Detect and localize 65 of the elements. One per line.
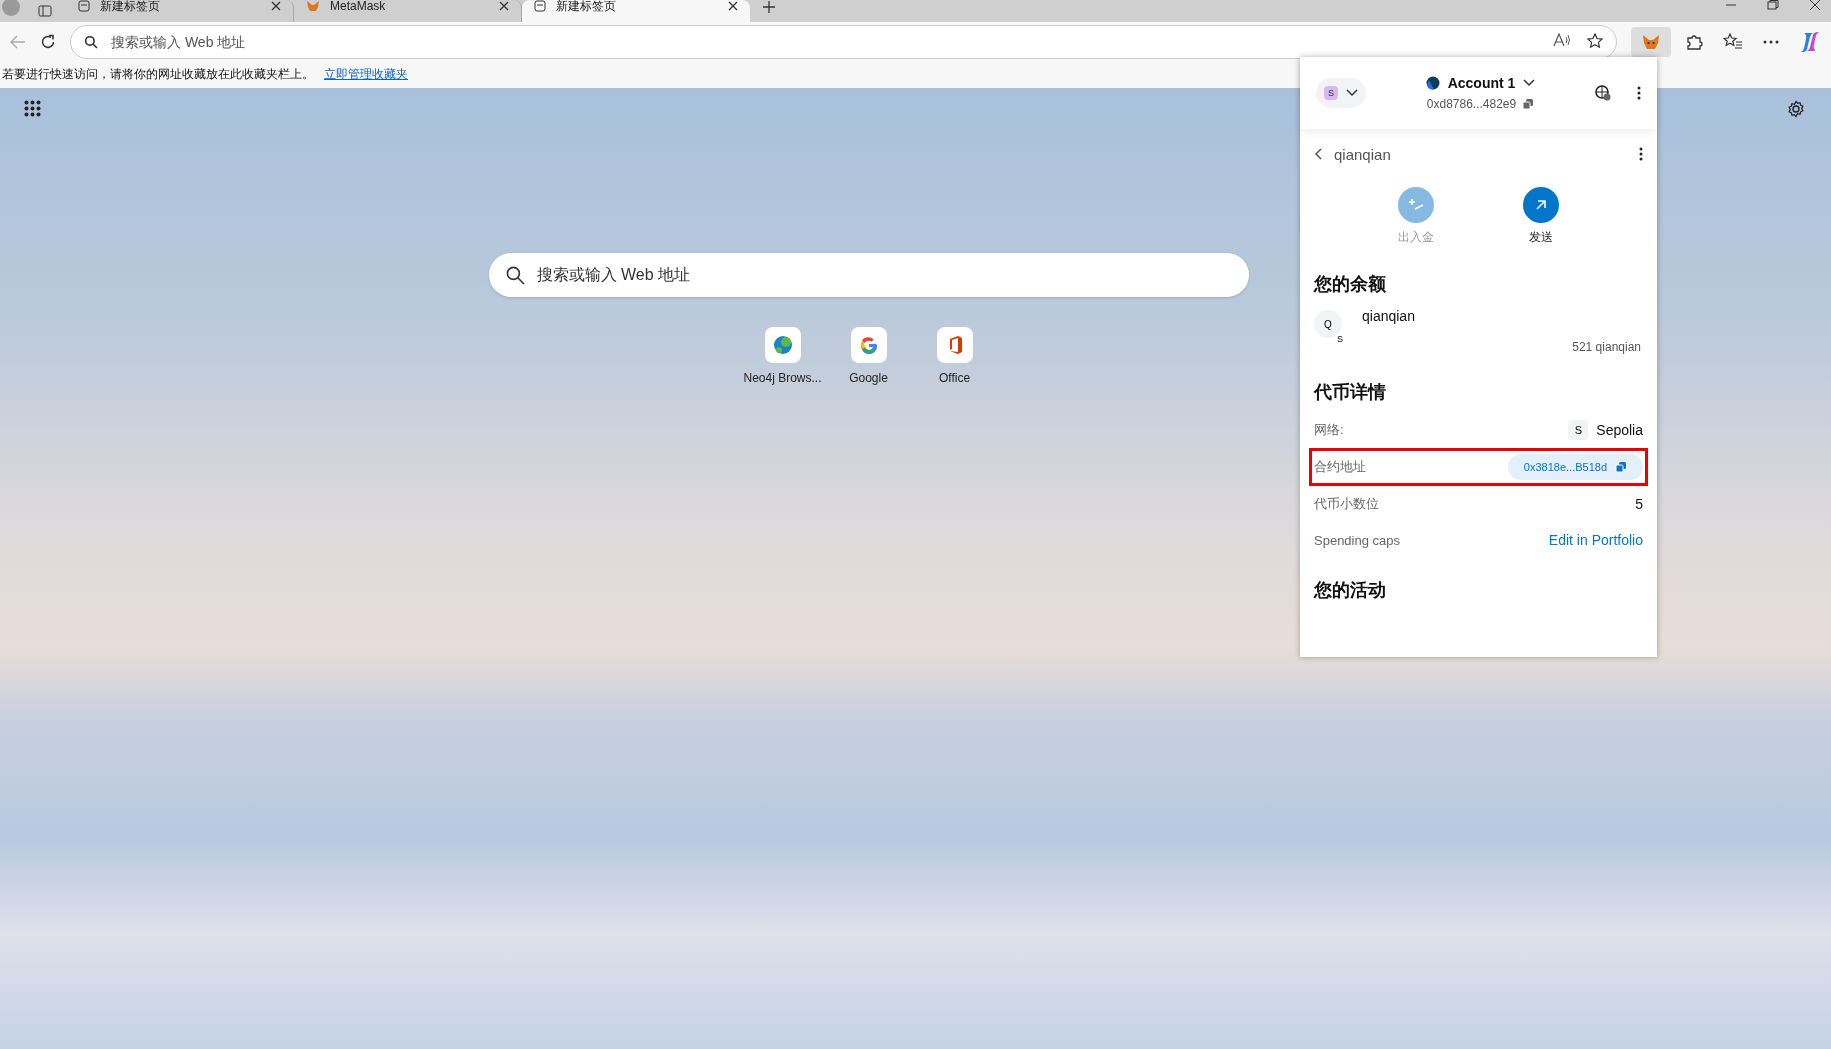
globe-logo-icon (771, 334, 794, 356)
detail-label: Spending caps (1314, 532, 1400, 548)
detail-label: 合约地址 (1314, 458, 1366, 476)
section-heading: 您的余额 (1314, 273, 1387, 296)
chevron-down-icon (1523, 79, 1536, 87)
section-heading: 代币详情 (1314, 381, 1387, 404)
token-avatar-letter: Q (1324, 318, 1332, 330)
refresh-icon[interactable] (40, 34, 56, 50)
network-badge: S (1568, 420, 1589, 440)
star-icon[interactable] (1587, 33, 1603, 49)
new-tab-icon[interactable] (762, 0, 776, 14)
back-chevron-icon[interactable] (1314, 148, 1322, 160)
restore-icon[interactable] (1767, 0, 1779, 10)
favorites-icon[interactable] (1723, 33, 1743, 51)
fox-icon (306, 0, 320, 12)
shortcut-label[interactable]: Office (938, 371, 971, 385)
copy-icon[interactable] (1522, 98, 1535, 110)
browser-tab[interactable]: 新建标签页 (66, 0, 294, 22)
detail-label: 网络: (1314, 421, 1344, 439)
copy-icon[interactable] (1615, 461, 1627, 473)
browser-tab[interactable]: 新建标签页 (522, 0, 750, 22)
apps-grid-icon[interactable] (24, 100, 42, 118)
globe-icon[interactable] (1595, 85, 1611, 101)
tab-actions-icon[interactable] (38, 5, 52, 17)
close-icon[interactable] (499, 1, 509, 11)
account-avatar-icon (1425, 76, 1440, 90)
settings-icon[interactable] (1787, 100, 1805, 118)
token-name[interactable]: qianqian (1362, 308, 1415, 324)
account-name[interactable]: Account 1 (1447, 75, 1516, 91)
search-icon (84, 35, 98, 49)
network-selector[interactable]: S (1316, 78, 1366, 108)
section-heading: 您的活动 (1314, 579, 1387, 602)
shortcut-label[interactable]: Neo4j Brows... (743, 371, 822, 385)
shortcut-tile[interactable] (936, 327, 973, 363)
manage-favorites-link[interactable]: 立即管理收藏夹 (324, 65, 408, 83)
contract-address-button[interactable]: 0x3818e...B518d (1507, 454, 1643, 480)
copilot-icon[interactable] (1799, 31, 1821, 53)
favorites-hint: 若要进行快速访问，请将你的网址收藏放在此收藏夹栏上。 (2, 65, 314, 83)
close-icon[interactable] (728, 1, 738, 11)
page-icon (78, 0, 90, 12)
detail-label: 代币小数位 (1314, 495, 1379, 513)
network-badge: S (1336, 334, 1344, 344)
page-icon (534, 0, 546, 12)
read-aloud-icon[interactable] (1553, 33, 1571, 47)
shortcut-tile[interactable] (764, 327, 801, 363)
token-balance: 521 qianqian (1572, 340, 1642, 354)
more-icon[interactable] (1763, 40, 1779, 44)
puzzle-icon[interactable] (1685, 33, 1703, 51)
detail-value: Sepolia (1596, 422, 1643, 438)
more-icon[interactable] (1639, 147, 1643, 161)
search-icon (504, 265, 525, 285)
close-icon[interactable] (1809, 0, 1821, 10)
token-title: qianqian (1334, 145, 1392, 163)
shortcut-label[interactable]: Google (849, 371, 888, 385)
network-badge: S (1324, 86, 1338, 100)
shortcut-tile[interactable] (850, 327, 887, 363)
chevron-down-icon (1346, 89, 1358, 97)
detail-value: 5 (1635, 496, 1643, 512)
search-field[interactable]: 搜索或输入 Web 地址 (488, 253, 1249, 297)
close-icon[interactable] (271, 1, 281, 11)
portfolio-link[interactable]: Edit in Portfolio (1548, 532, 1643, 548)
account-address: 0xd8786...482e9 (1426, 97, 1517, 111)
address-bar[interactable]: 搜索或输入 Web 地址 (70, 25, 1617, 59)
fox-icon (1642, 34, 1660, 50)
more-icon[interactable] (1637, 86, 1641, 100)
